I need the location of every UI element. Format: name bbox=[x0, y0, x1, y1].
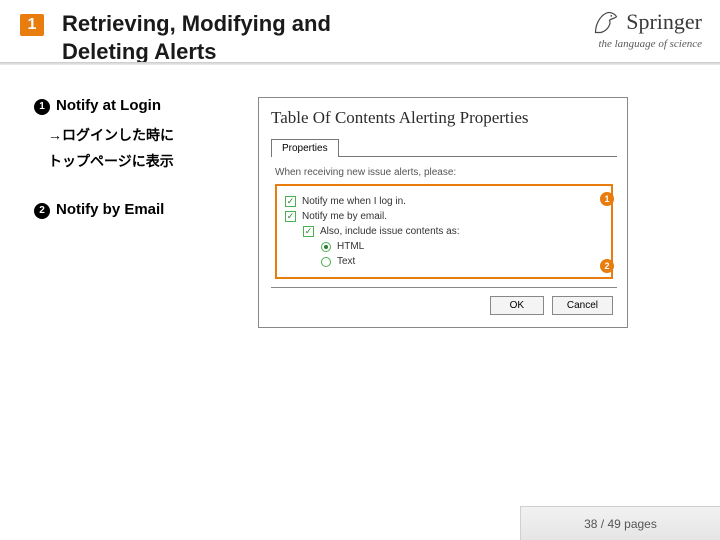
page-title: Retrieving, Modifying and Deleting Alert… bbox=[62, 10, 422, 65]
checkbox-include-contents[interactable]: ✓ Also, include issue contents as: bbox=[303, 226, 603, 237]
brand-tagline: the language of science bbox=[592, 38, 702, 50]
page-counter: 38 / 49 pages bbox=[520, 506, 720, 540]
brand-block: Springer the language of science bbox=[592, 8, 702, 50]
callout-1: 1 bbox=[600, 192, 614, 206]
cancel-button[interactable]: Cancel bbox=[552, 296, 613, 315]
panel-title: Table Of Contents Alerting Properties bbox=[271, 108, 617, 128]
bullet-num-2: 2 bbox=[34, 203, 50, 219]
properties-panel: Table Of Contents Alerting Properties Pr… bbox=[258, 97, 628, 328]
bullet-1-text: Notify at Login bbox=[56, 97, 161, 114]
radio-html[interactable]: HTML bbox=[321, 241, 603, 252]
springer-horse-icon bbox=[592, 8, 620, 36]
tab-row: Properties bbox=[271, 138, 617, 157]
checkbox-notify-email[interactable]: ✓ Notify me by email. bbox=[285, 211, 603, 222]
tab-properties[interactable]: Properties bbox=[271, 139, 339, 157]
check-icon: ✓ bbox=[285, 196, 296, 207]
section-label: When receiving new issue alerts, please: bbox=[275, 167, 617, 178]
check-icon: ✓ bbox=[303, 226, 314, 237]
bullet-1-sub2: トップページに表示 bbox=[48, 151, 234, 171]
radio-icon bbox=[321, 257, 331, 267]
brand-name: Springer bbox=[626, 9, 702, 35]
notify-options-group: 1 2 ✓ Notify me when I log in. ✓ Notify … bbox=[275, 184, 613, 279]
radio-label: HTML bbox=[337, 241, 364, 252]
radio-label: Text bbox=[337, 256, 355, 267]
bullet-2: 2 Notify by Email bbox=[34, 201, 234, 219]
checkbox-label: Notify me by email. bbox=[302, 211, 387, 222]
slide-number-badge: 1 bbox=[20, 14, 44, 36]
bullet-num-1: 1 bbox=[34, 99, 50, 115]
bullet-2-text: Notify by Email bbox=[56, 201, 164, 218]
header-divider bbox=[0, 62, 720, 65]
radio-icon bbox=[321, 242, 331, 252]
checkbox-notify-login[interactable]: ✓ Notify me when I log in. bbox=[285, 196, 603, 207]
checkbox-label: Notify me when I log in. bbox=[302, 196, 406, 207]
radio-text[interactable]: Text bbox=[321, 256, 603, 267]
ok-button[interactable]: OK bbox=[490, 296, 544, 315]
bullet-1-sub1: →ログインした時に bbox=[48, 125, 234, 145]
bullet-list: 1 Notify at Login →ログインした時に トップページに表示 2 … bbox=[34, 97, 234, 328]
callout-2: 2 bbox=[600, 259, 614, 273]
check-icon: ✓ bbox=[285, 211, 296, 222]
bullet-1: 1 Notify at Login bbox=[34, 97, 234, 115]
checkbox-label: Also, include issue contents as: bbox=[320, 226, 460, 237]
panel-divider bbox=[271, 287, 617, 288]
